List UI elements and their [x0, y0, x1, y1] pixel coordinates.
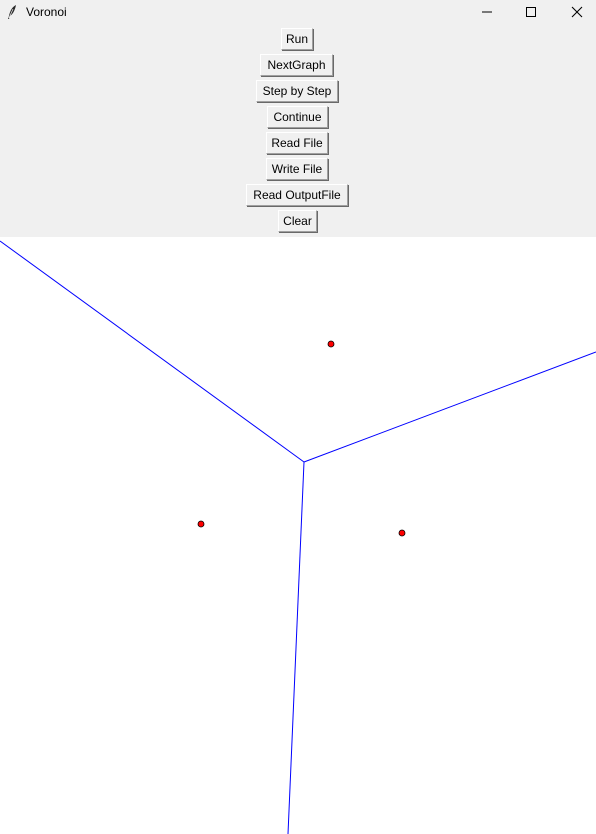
run-button[interactable]: Run [281, 28, 313, 50]
voronoi-window: Voronoi Run NextGraph Step by Step Conti… [0, 0, 596, 834]
drawing-canvas[interactable] [0, 237, 596, 834]
voronoi-site [327, 340, 335, 348]
voronoi-edge [0, 240, 305, 463]
voronoi-edge [287, 461, 305, 834]
maximize-button[interactable] [508, 0, 554, 24]
write-file-button[interactable]: Write File [266, 158, 328, 180]
voronoi-site [398, 529, 406, 537]
minimize-icon [482, 11, 492, 13]
window-title: Voronoi [26, 5, 67, 19]
feather-icon [6, 4, 18, 20]
read-file-button[interactable]: Read File [266, 132, 328, 154]
voronoi-edge [303, 351, 596, 463]
voronoi-site [197, 520, 205, 528]
step-by-step-button[interactable]: Step by Step [256, 80, 338, 102]
title-bar[interactable]: Voronoi [0, 0, 596, 24]
close-icon [571, 6, 583, 18]
minimize-button[interactable] [464, 0, 510, 24]
clear-button[interactable]: Clear [278, 210, 317, 232]
maximize-icon [526, 7, 536, 17]
next-graph-button[interactable]: NextGraph [260, 54, 333, 76]
close-button[interactable] [554, 0, 596, 24]
read-output-file-button[interactable]: Read OutputFile [246, 184, 348, 206]
voronoi-diagram [0, 240, 596, 834]
continue-button[interactable]: Continue [267, 106, 328, 128]
button-panel: Run NextGraph Step by Step Continue Read… [0, 24, 596, 237]
